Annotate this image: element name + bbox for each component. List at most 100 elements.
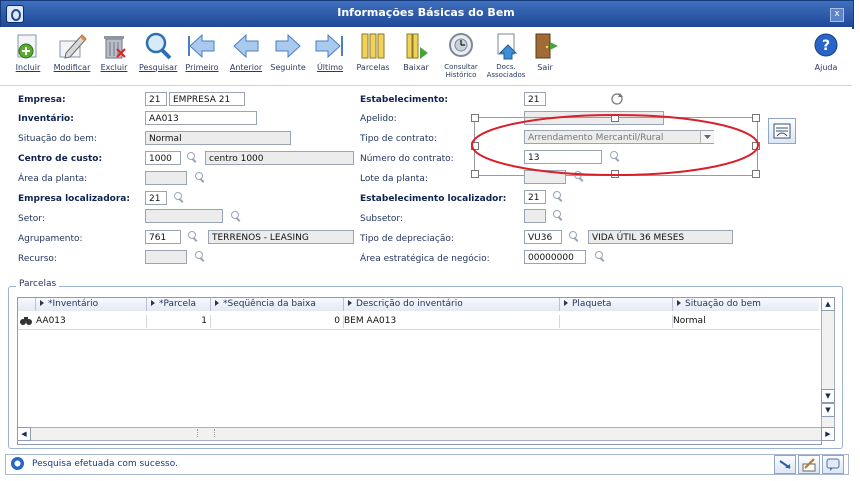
sort-arrow-icon	[677, 300, 681, 306]
columns-icon	[357, 31, 389, 61]
search-icon[interactable]	[186, 152, 198, 164]
subsetor-field[interactable]	[524, 209, 546, 223]
inventario-field[interactable]: AA013	[145, 111, 257, 125]
estab-localizador-label: Estabelecimento localizador:	[360, 194, 507, 204]
resize-arrow-icon	[779, 460, 791, 469]
cell-descricao: BEM AA013	[344, 315, 560, 328]
history-icon	[445, 31, 477, 61]
toolbar-label: Consultar Histórico	[444, 63, 478, 79]
toolbar-button-seguinte[interactable]: Seguinte	[270, 31, 306, 72]
column-header-label: *Inventário	[48, 299, 99, 309]
centro-custo-code-field[interactable]: 1000	[145, 151, 181, 165]
recurso-label: Recurso:	[18, 254, 57, 264]
toolbar-button-primeiro[interactable]: Primeiro	[184, 31, 220, 72]
sort-arrow-icon	[40, 300, 44, 306]
centro-custo-label: Centro de custo:	[18, 154, 103, 164]
toolbar-button-modificar[interactable]: Modificar	[52, 31, 92, 72]
scroll-up-icon[interactable]: ▲	[821, 297, 835, 311]
agrupamento-code-field[interactable]: 761	[145, 230, 181, 244]
search-icon[interactable]	[194, 172, 206, 184]
column-header-label: Plaqueta	[572, 299, 612, 309]
close-button[interactable]: x	[830, 8, 844, 22]
area-estrategica-field[interactable]: 00000000	[524, 250, 586, 264]
column-header[interactable]: *Inventário	[36, 298, 147, 311]
toolbar-label: Último	[316, 63, 344, 72]
scroll-down-icon[interactable]: ▼	[821, 403, 835, 417]
search-icon[interactable]	[552, 191, 564, 203]
expand-button[interactable]	[774, 455, 796, 474]
empresa-name-field[interactable]: EMPRESA 21	[169, 92, 245, 106]
status-message: Pesquisa efetuada com sucesso.	[32, 459, 178, 469]
tipo-depreciacao-name-field: VIDA ÚTIL 36 MESES	[588, 230, 733, 244]
agrupamento-label: Agrupamento:	[18, 234, 83, 244]
add-icon	[12, 31, 44, 61]
toolbar-label: Baixar	[403, 63, 429, 72]
related-button[interactable]	[768, 118, 796, 144]
estabelecimento-field[interactable]: 21	[524, 92, 546, 106]
subsetor-label: Subsetor:	[360, 214, 403, 224]
toolbar-button-baixar[interactable]: Baixar	[398, 31, 434, 72]
parcelas-title: Parcelas	[16, 279, 60, 289]
toolbar-button-consultar-historico[interactable]: Consultar Histórico	[442, 31, 480, 79]
horizontal-scrollbar[interactable]	[17, 427, 823, 441]
toolbar-button-parcelas[interactable]: Parcelas	[355, 31, 391, 72]
search-icon[interactable]	[194, 251, 206, 263]
window-title: Informações Básicas do Bem	[337, 6, 515, 19]
trash-icon	[98, 31, 130, 61]
column-header[interactable]: *Seqüência da baixa	[211, 298, 344, 311]
tipo-contrato-label: Tipo de contrato:	[360, 134, 437, 144]
toolbar-button-anterior[interactable]: Anterior	[228, 31, 264, 72]
area-planta-field[interactable]	[145, 171, 187, 185]
scroll-thumb[interactable]	[197, 429, 215, 437]
svg-text:?: ?	[822, 38, 830, 54]
setor-field[interactable]	[145, 209, 223, 223]
message-button[interactable]	[822, 455, 844, 474]
toolbar-button-sair[interactable]: Sair	[530, 31, 560, 72]
sort-arrow-icon	[215, 300, 219, 306]
search-icon[interactable]	[552, 210, 564, 222]
column-header-label: Descrição do inventário	[356, 299, 463, 309]
situacao-label: Situação do bem:	[18, 134, 97, 144]
toolbar-button-ultimo[interactable]: Último	[313, 31, 347, 72]
toolbar-button-ajuda[interactable]: ? Ajuda	[810, 31, 842, 72]
column-header-label: *Seqüência da baixa	[223, 299, 316, 309]
column-header[interactable]: *Parcela	[147, 298, 211, 311]
empresa-code-field[interactable]: 21	[145, 92, 167, 106]
column-header-label: Situação do bem	[685, 299, 761, 309]
edit-pencil-icon	[802, 458, 816, 472]
scroll-left-icon[interactable]: ◀	[17, 427, 31, 441]
tipo-depreciacao-code-field[interactable]: VU36	[524, 230, 562, 244]
cell-parcela: 1	[147, 315, 211, 328]
search-icon[interactable]	[568, 231, 580, 243]
empresa-localizadora-field[interactable]: 21	[145, 191, 167, 205]
scroll-bottom-icon[interactable]: ▼	[821, 389, 835, 403]
toolbar-button-docs-associados[interactable]: Docs. Associados	[486, 31, 526, 79]
inventario-label: Inventário:	[18, 114, 74, 124]
search-icon[interactable]	[594, 251, 606, 263]
search-icon[interactable]	[173, 192, 185, 204]
column-header[interactable]: Descrição do inventário	[344, 298, 560, 311]
toolbar-button-incluir[interactable]: Incluir	[12, 31, 44, 72]
toolbar-label: Pesquisar	[139, 63, 178, 72]
column-header[interactable]: Plaqueta	[560, 298, 673, 311]
cell-sequencia: 0	[211, 315, 344, 328]
toolbar-label: Seguinte	[270, 63, 306, 72]
exit-door-icon	[530, 31, 562, 61]
situacao-field: Normal	[145, 131, 291, 145]
toolbar-button-pesquisar[interactable]: Pesquisar	[139, 31, 177, 72]
next-arrow-icon	[272, 31, 304, 61]
toolbar-button-excluir[interactable]: Excluir	[98, 31, 130, 72]
estab-localizador-field[interactable]: 21	[524, 190, 546, 204]
edit-button[interactable]	[798, 455, 820, 474]
scroll-right-icon[interactable]: ▶	[821, 427, 835, 441]
search-icon[interactable]	[187, 231, 199, 243]
search-icon[interactable]	[230, 211, 242, 223]
centro-custo-name-field: centro 1000	[205, 151, 354, 165]
toolbar-label: Docs. Associados	[486, 63, 526, 79]
recurso-field[interactable]	[145, 250, 187, 264]
column-header[interactable]: Situação do bem	[673, 298, 819, 311]
tipo-depreciacao-label: Tipo de depreciação:	[360, 234, 454, 244]
binoculars-icon[interactable]	[19, 316, 33, 326]
lote-planta-label: Lote da planta:	[360, 174, 428, 184]
empresa-localizadora-label: Empresa localizadora:	[18, 194, 130, 204]
